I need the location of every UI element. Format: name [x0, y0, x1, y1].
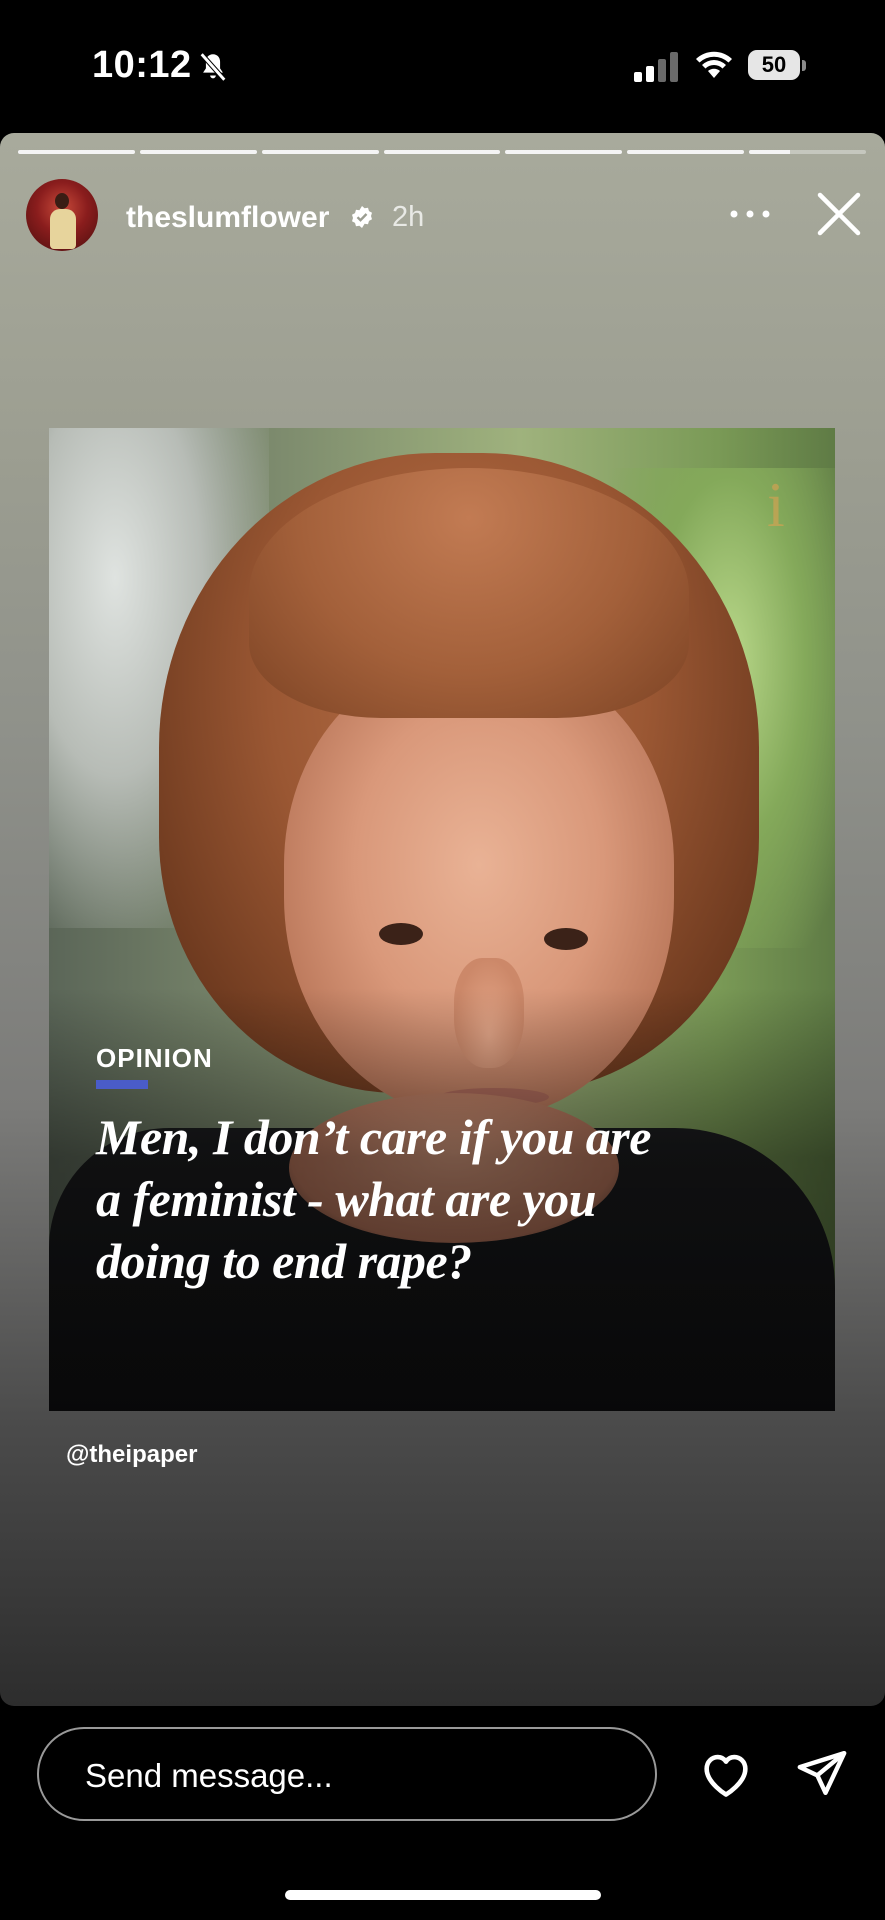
section-label: OPINION — [96, 1043, 213, 1073]
shared-post-image[interactable]: i OPINION Men, I don’t care if you are a… — [49, 428, 835, 1411]
progress-segment — [505, 150, 623, 154]
home-indicator[interactable] — [285, 1890, 601, 1900]
username[interactable]: theslumflower — [126, 201, 329, 235]
mention-sticker[interactable]: @theipaper — [66, 1441, 197, 1469]
story-header: theslumflower 2h — [0, 173, 885, 253]
progress-segment — [627, 150, 745, 154]
cellular-signal-icon — [634, 52, 678, 82]
progress-segment — [18, 150, 135, 154]
progress-segment — [749, 150, 867, 154]
publication-logo: i — [767, 469, 785, 540]
send-message-placeholder: Send message... — [85, 1757, 333, 1794]
avatar[interactable] — [26, 179, 98, 251]
progress-segment — [261, 150, 379, 154]
post-time: 2h — [392, 201, 425, 233]
send-icon[interactable] — [794, 1745, 850, 1801]
article-headline: Men, I don’t care if you are a feminist … — [96, 1109, 651, 1289]
more-icon[interactable] — [726, 199, 774, 229]
send-message-input[interactable]: Send message... — [37, 1727, 657, 1821]
story-viewer[interactable]: theslumflower 2h i OPINION Men, I don’t … — [0, 133, 885, 1706]
verified-badge-icon — [352, 206, 372, 228]
section-accent-bar — [96, 1080, 148, 1089]
wifi-icon — [696, 51, 732, 78]
progress-segment — [139, 150, 257, 154]
story-progress-bar — [18, 150, 867, 154]
status-bar: 10:12 50 — [0, 0, 885, 130]
close-icon[interactable] — [814, 189, 864, 239]
bell-muted-icon — [199, 52, 227, 82]
progress-segment — [383, 150, 501, 154]
heart-icon[interactable] — [697, 1745, 755, 1803]
status-time: 10:12 — [92, 44, 192, 86]
battery-icon: 50 — [748, 50, 808, 82]
battery-level: 50 — [748, 50, 800, 80]
